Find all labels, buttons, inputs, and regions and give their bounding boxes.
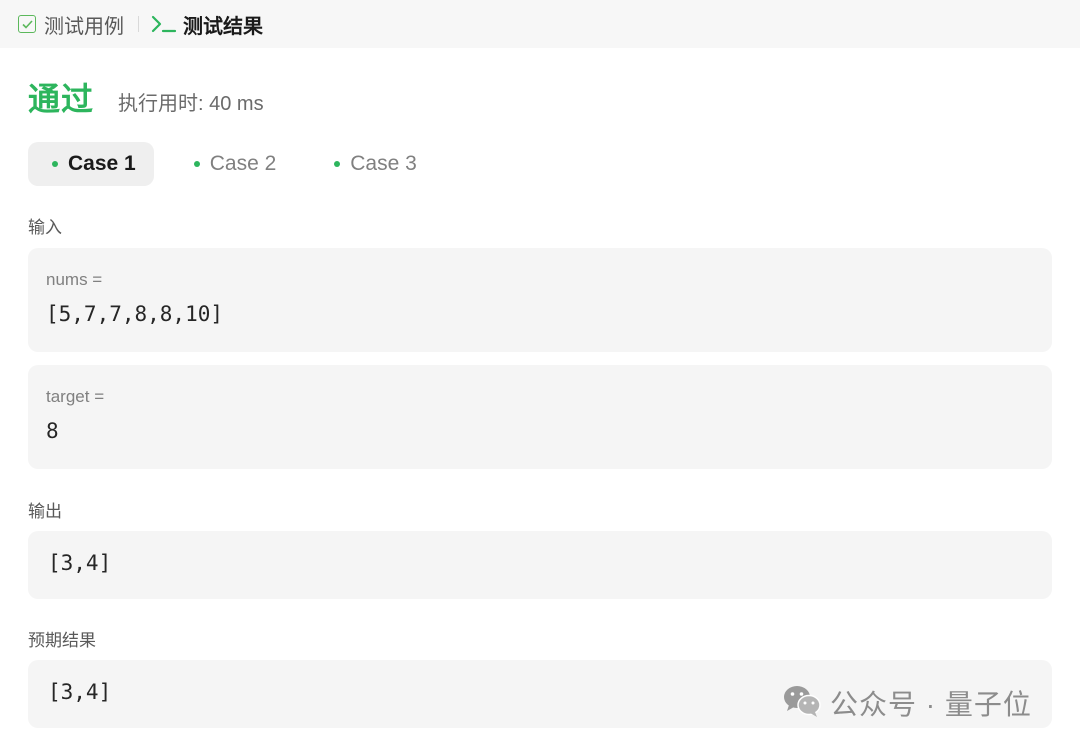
output-value: [3,4]	[48, 551, 112, 575]
watermark: 公众号 · 量子位	[782, 683, 1032, 723]
param-name: nums =	[46, 270, 103, 289]
pass-dot-icon	[334, 161, 341, 167]
case-tab-3[interactable]: Case 3	[310, 142, 435, 186]
watermark-text: 公众号 · 量子位	[830, 689, 1032, 720]
case-tab-label: Case 2	[209, 152, 277, 175]
case-tabs: Case 1 Case 2 Case 3	[28, 142, 451, 186]
param-value: 8	[46, 419, 59, 443]
wechat-icon	[782, 684, 822, 723]
case-tab-label: Case 3	[350, 152, 417, 175]
tab-testcase[interactable]: 测试用例	[18, 0, 124, 48]
input-param-nums: nums = [5,7,7,8,8,10]	[28, 248, 1052, 352]
pass-dot-icon	[193, 161, 200, 167]
param-name: target =	[46, 387, 105, 406]
status-badge: 通过	[28, 81, 95, 117]
runtime-text: 执行用时: 40 ms	[118, 93, 264, 115]
checkbox-icon	[18, 15, 36, 33]
input-section-label: 输入	[28, 218, 62, 237]
case-tab-label: Case 1	[68, 152, 136, 175]
output-box: [3,4]	[28, 531, 1052, 599]
tab-test-result-label: 测试结果	[183, 15, 263, 38]
output-section-label: 输出	[28, 502, 62, 521]
pass-dot-icon	[52, 161, 58, 167]
result-summary: 通过 执行用时: 40 ms	[28, 74, 264, 120]
tab-divider	[138, 16, 139, 32]
terminal-icon	[151, 14, 177, 34]
expected-value: [3,4]	[48, 680, 112, 704]
result-panel-tabbar: 测试用例 测试结果	[0, 0, 1080, 48]
case-tab-2[interactable]: Case 2	[170, 142, 295, 186]
param-value: [5,7,7,8,8,10]	[46, 302, 224, 326]
tab-test-result[interactable]: 测试结果	[151, 0, 263, 48]
tab-testcase-label: 测试用例	[44, 15, 124, 38]
input-param-target: target = 8	[28, 365, 1052, 469]
expected-section-label: 预期结果	[28, 631, 96, 650]
case-tab-1[interactable]: Case 1	[28, 142, 154, 186]
